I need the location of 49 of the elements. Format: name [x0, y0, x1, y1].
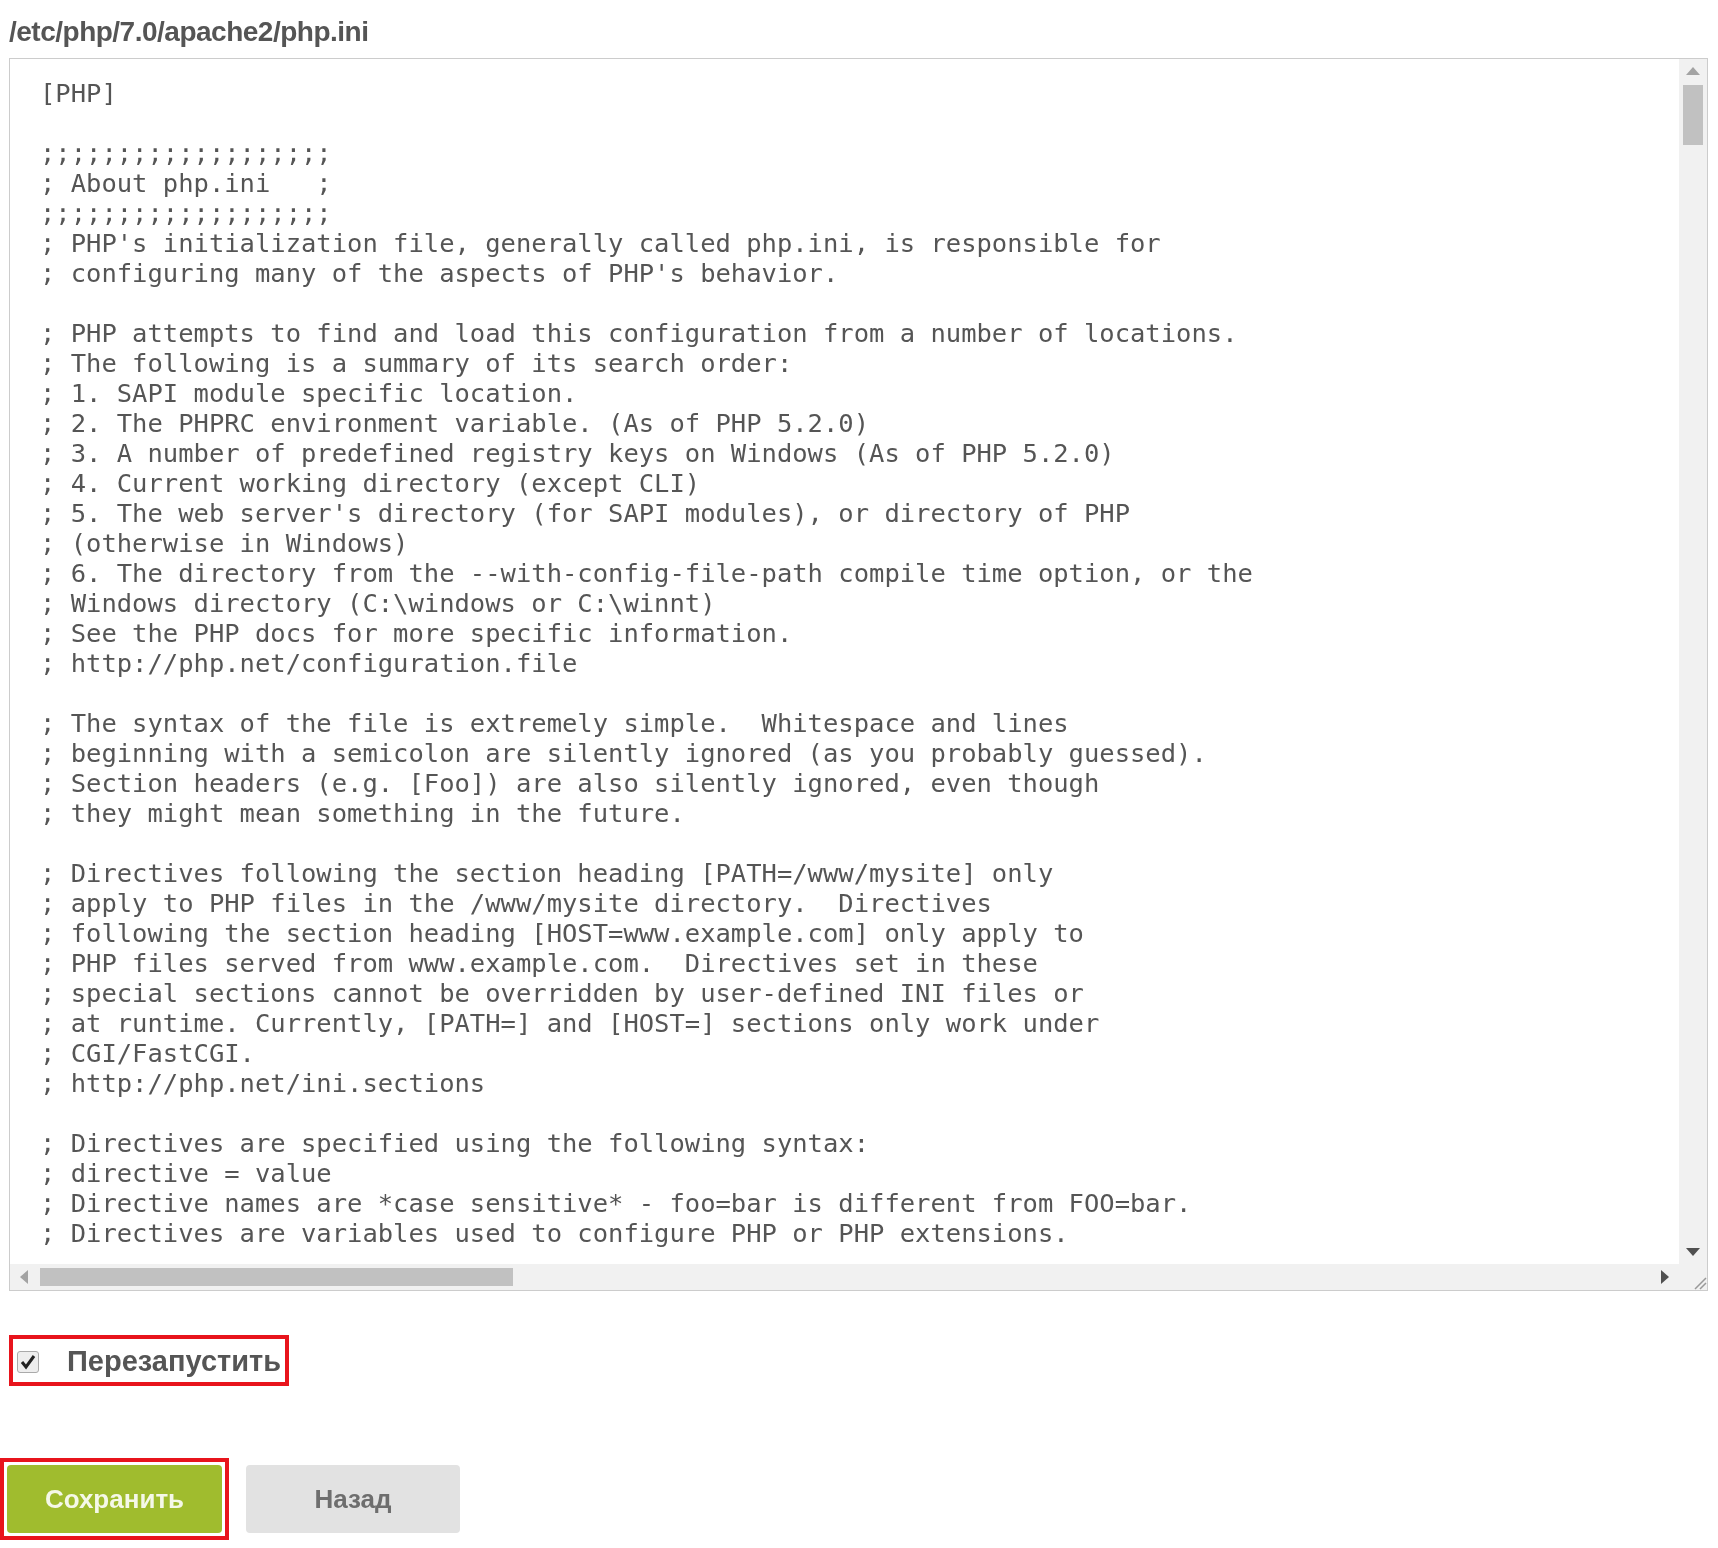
restart-label[interactable]: Перезапустить [67, 1345, 282, 1378]
code-line: ; apply to PHP files in the /www/mysite directory. Directives [40, 888, 992, 918]
code-line: ; at runtime. Currently, [PATH=] and [HOST=] sections only work under [40, 1008, 1100, 1038]
horizontal-scrollbar[interactable] [10, 1264, 1679, 1290]
code-line: ; 1. SAPI module specific location. [40, 378, 578, 408]
scroll-down-icon[interactable] [1686, 1248, 1700, 1256]
code-line: ; http://php.net/ini.sections [40, 1068, 486, 1098]
code-line: ; configuring many of the aspects of PHP's behavior. [40, 258, 839, 288]
code-line: ; Directive names are *case sensitive* - foo=bar is different from FOO=bar. [40, 1188, 1192, 1218]
scroll-up-icon[interactable] [1686, 67, 1700, 75]
code-line: [PHP] [40, 78, 117, 108]
code-line: ; PHP files served from www.example.com. Directives set in these [40, 948, 1038, 978]
code-line: ; special sections cannot be overridden by user-defined INI files or [40, 978, 1084, 1008]
file-path-title: /etc/php/7.0/apache2/php.ini [9, 15, 370, 49]
code-line: ; directive = value [40, 1158, 332, 1188]
code-editor[interactable] [9, 58, 1708, 1291]
scroll-right-icon[interactable] [1661, 1270, 1669, 1284]
code-line: ; 6. The directory from the --with-config-file-path compile time option, or the [40, 558, 1253, 588]
back-button[interactable]: Назад [246, 1465, 460, 1533]
code-line: ; CGI/FastCGI. [40, 1038, 255, 1068]
code-line: ; following the section heading [HOST=www.example.com] only apply to [40, 918, 1084, 948]
code-line: ; See the PHP docs for more specific information. [40, 618, 793, 648]
code-line: ; Directives are specified using the following syntax: [40, 1128, 870, 1158]
save-button[interactable]: Сохранить [7, 1465, 222, 1533]
scrollbar-thumb[interactable] [1683, 85, 1703, 145]
code-line: ; 4. Current working directory (except CLI) [40, 468, 701, 498]
code-line: ; 3. A number of predefined registry keys on Windows (As of PHP 5.2.0) [40, 438, 1115, 468]
code-line: ;;;;;;;;;;;;;;;;;;; [40, 198, 332, 228]
code-line: ; About php.ini ; [40, 168, 332, 198]
code-line: ; Directives are variables used to configure PHP or PHP extensions. [40, 1218, 1069, 1248]
code-line: ; The following is a summary of its search order: [40, 348, 793, 378]
vertical-scrollbar[interactable] [1679, 59, 1707, 1264]
code-line: ; Directives following the section heading [PATH=/www/mysite] only [40, 858, 1054, 888]
code-line: ; beginning with a semicolon are silently ignored (as you probably guessed). [40, 738, 1207, 768]
code-line: ; http://php.net/configuration.file [40, 648, 578, 678]
code-line: ; Section headers (e.g. [Foo]) are also silently ignored, even though [40, 768, 1100, 798]
code-line: ; they might mean something in the future. [40, 798, 685, 828]
code-line: ; PHP's initialization file, generally called php.ini, is responsible for [40, 228, 1161, 258]
restart-checkbox[interactable] [17, 1350, 39, 1373]
code-line: ; 5. The web server's directory (for SAPI modules), or directory of PHP [40, 498, 1130, 528]
scrollbar-thumb[interactable] [40, 1268, 513, 1286]
code-line: ; 2. The PHPRC environment variable. (As of PHP 5.2.0) [40, 408, 870, 438]
code-line: ; Windows directory (C:\windows or C:\winnt) [40, 588, 716, 618]
code-line: ;;;;;;;;;;;;;;;;;;; [40, 138, 332, 168]
scroll-left-icon[interactable] [20, 1270, 28, 1284]
resize-handle-icon[interactable] [1693, 1276, 1707, 1290]
code-line: ; (otherwise in Windows) [40, 528, 409, 558]
code-line: ; The syntax of the file is extremely simple. Whitespace and lines [40, 708, 1069, 738]
code-line: ; PHP attempts to find and load this configuration from a number of locations. [40, 318, 1238, 348]
